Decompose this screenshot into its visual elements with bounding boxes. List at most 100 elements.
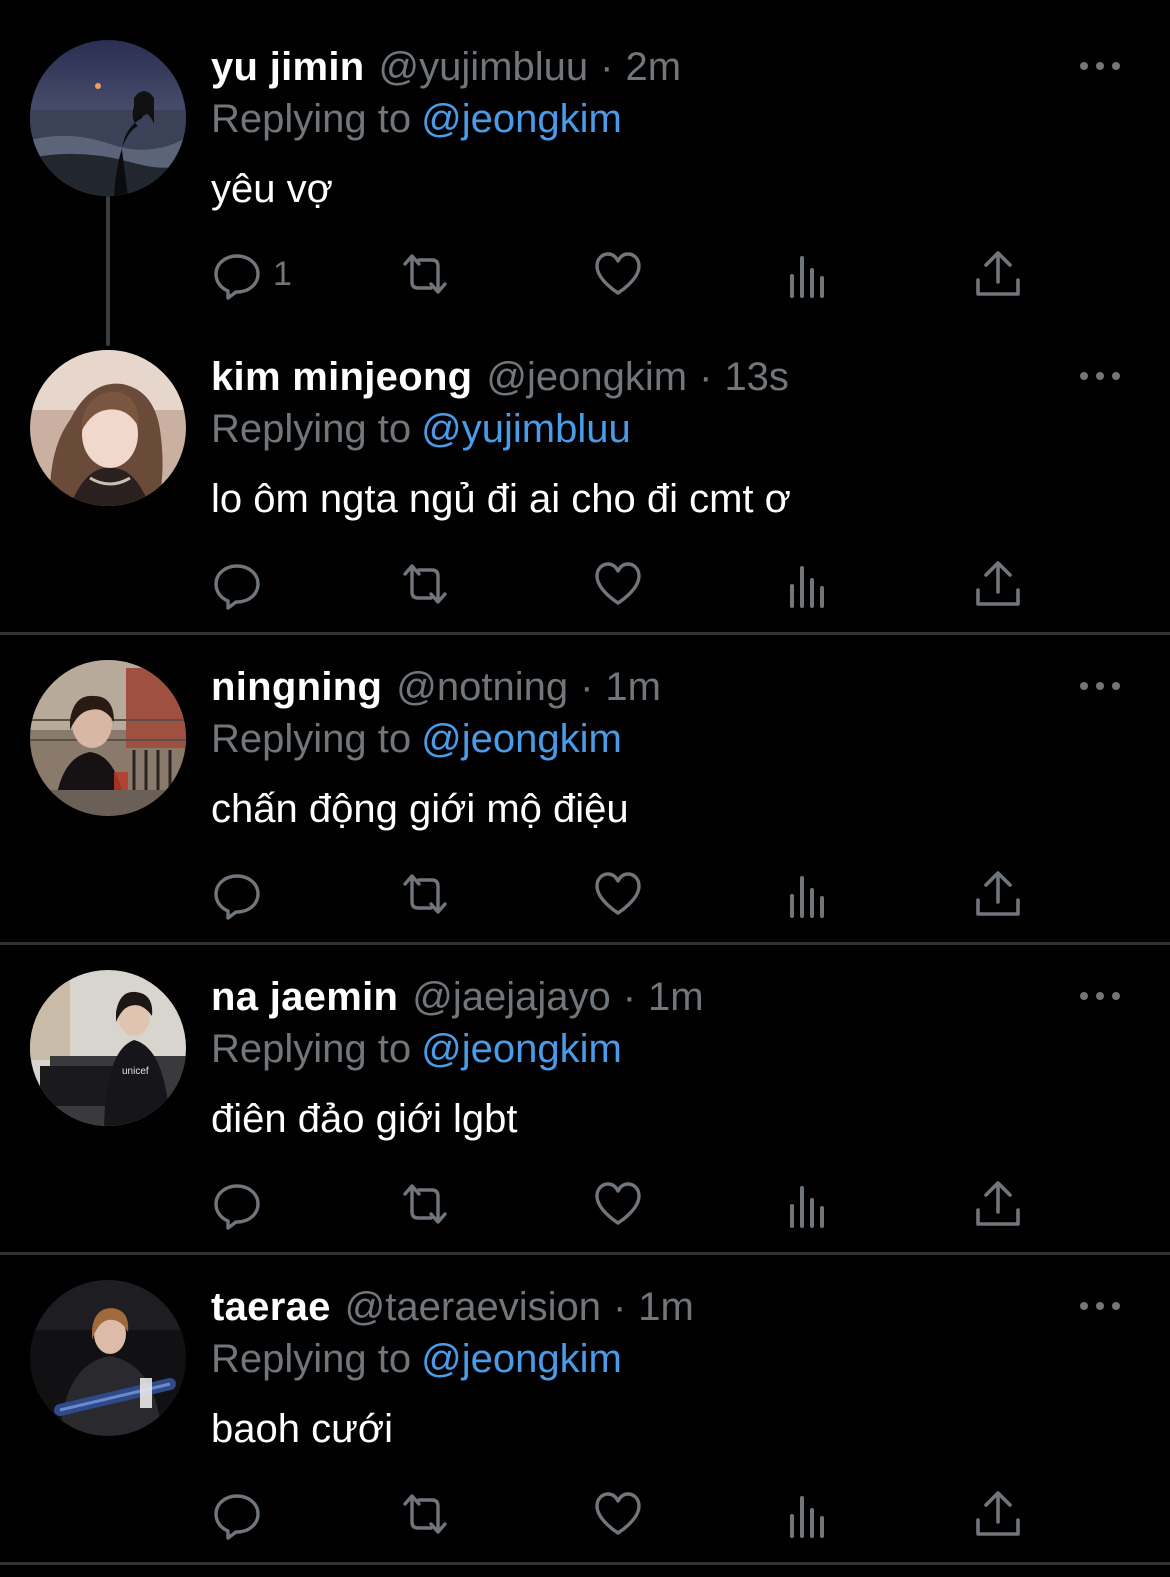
tweet[interactable]: yu jimin @yujimbluu · 2m Replying to @jeongk… [0,0,1170,310]
more-options-icon[interactable] [1080,58,1120,74]
more-options-icon[interactable] [1080,678,1120,694]
tweet-text: chấn động giới mộ điệu [211,787,629,831]
avatar[interactable] [30,660,186,816]
views-button[interactable] [783,1486,835,1542]
speech-bubble-icon [214,1184,260,1230]
tweet-header: na jaemin @jaejajayo · 1m [211,972,704,1022]
views-button[interactable] [783,246,835,302]
timestamp[interactable]: 1m [605,665,661,709]
heart-icon [595,1492,641,1535]
replying-to-label: Replying to [211,1337,412,1381]
reply-button[interactable] [211,1176,273,1232]
more-options-icon[interactable] [1080,368,1120,384]
speech-bubble-icon [214,564,260,610]
tweet-actions [0,866,1170,926]
tweet-text: lo ôm ngta ngủ đi ai cho đi cmt ơ [211,477,791,521]
replying-to-line: Replying to @jeongkim [211,94,622,144]
timestamp[interactable]: 13s [724,355,789,399]
reply-button[interactable] [211,556,273,612]
display-name[interactable]: ningning [211,665,382,709]
replying-to-line: Replying to @yujimbluu [211,404,631,454]
display-name[interactable]: kim minjeong [211,355,472,399]
reply-button[interactable] [211,1486,273,1542]
user-handle[interactable]: @jeongkim [486,355,687,399]
share-button[interactable] [972,1486,1024,1542]
tweet-header: ningning @notning · 1m [211,662,661,712]
reply-button[interactable]: 1 [211,246,292,302]
display-name[interactable]: taerae [211,1285,331,1329]
retweet-arrows-icon [403,1184,447,1224]
replying-to-label: Replying to [211,717,412,761]
share-upload-icon [976,1181,1020,1226]
tweet-text: điên đảo giới lgbt [211,1097,518,1141]
like-button[interactable] [592,246,644,302]
avatar[interactable]: unicef [30,970,186,1126]
replying-to-mention[interactable]: @jeongkim [421,1027,622,1071]
display-name[interactable]: na jaemin [211,975,398,1019]
retweet-arrows-icon [403,874,447,914]
replying-to-label: Replying to [211,1027,412,1071]
share-button[interactable] [972,866,1024,922]
replying-to-line: Replying to @jeongkim [211,714,622,764]
tweet-actions [0,556,1170,616]
share-button[interactable] [972,556,1024,612]
divider [0,1562,1170,1565]
separator-dot: · [699,355,713,399]
bar-chart-icon [790,876,824,918]
views-button[interactable] [783,556,835,612]
reply-button[interactable] [211,866,273,922]
replying-to-mention[interactable]: @jeongkim [421,1337,622,1381]
tweet[interactable]: ningning @notning · 1m Replying to @jeongkim… [0,620,1170,930]
more-options-icon[interactable] [1080,988,1120,1004]
timestamp[interactable]: 2m [625,45,681,89]
timestamp[interactable]: 1m [648,975,704,1019]
retweet-button[interactable] [399,556,451,612]
bar-chart-icon [790,1496,824,1538]
share-upload-icon [976,1491,1020,1536]
retweet-button[interactable] [399,1176,451,1232]
retweet-button[interactable] [399,866,451,922]
heart-icon [595,1182,641,1225]
replying-to-mention[interactable]: @jeongkim [421,717,622,761]
retweet-button[interactable] [399,246,451,302]
timestamp[interactable]: 1m [638,1285,694,1329]
retweet-arrows-icon [403,564,447,604]
separator-dot: · [580,665,594,709]
heart-icon [595,872,641,915]
share-button[interactable] [972,1176,1024,1232]
share-button[interactable] [972,246,1024,302]
reply-thread-feed: yu jimin @yujimbluu · 2m Replying to @jeongk… [0,0,1170,1577]
tweet-header: kim minjeong @jeongkim · 13s [211,352,789,402]
tweet-header: taerae @taeraevision · 1m [211,1282,694,1332]
user-handle[interactable]: @yujimbluu [379,45,589,89]
tweet[interactable]: kim minjeong @jeongkim · 13s Replying to @yu… [0,310,1170,620]
user-handle[interactable]: @taeraevision [345,1285,601,1329]
like-button[interactable] [592,866,644,922]
like-button[interactable] [592,1486,644,1542]
display-name[interactable]: yu jimin [211,45,365,89]
views-button[interactable] [783,866,835,922]
avatar[interactable] [30,1280,186,1436]
more-options-icon[interactable] [1080,1298,1120,1314]
separator-dot: · [600,45,614,89]
tweet-text: baoh cưới [211,1407,393,1451]
user-handle[interactable]: @notning [396,665,568,709]
retweet-arrows-icon [403,1494,447,1534]
replying-to-line: Replying to @jeongkim [211,1024,622,1074]
replying-to-line: Replying to @jeongkim [211,1334,622,1384]
tweet[interactable]: unicef na jaemin @jaejajayo · 1m Replying t… [0,930,1170,1240]
avatar[interactable] [30,40,186,196]
retweet-button[interactable] [399,1486,451,1542]
replying-to-mention[interactable]: @yujimbluu [421,407,631,451]
share-upload-icon [976,251,1020,296]
like-button[interactable] [592,1176,644,1232]
avatar[interactable] [30,350,186,506]
user-handle[interactable]: @jaejajayo [412,975,611,1019]
speech-bubble-icon [214,874,260,920]
like-button[interactable] [592,556,644,612]
heart-icon [595,562,641,605]
views-button[interactable] [783,1176,835,1232]
tweet[interactable]: taerae @taeraevision · 1m Replying to @jeong… [0,1240,1170,1550]
bar-chart-icon [790,256,824,298]
replying-to-mention[interactable]: @jeongkim [421,97,622,141]
